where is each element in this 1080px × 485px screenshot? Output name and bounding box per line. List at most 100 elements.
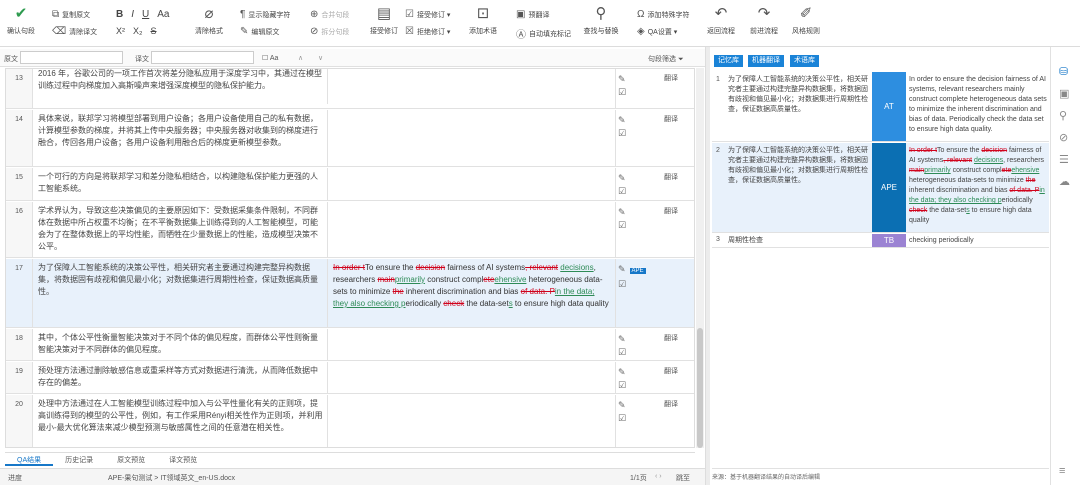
match-row-selected[interactable]: 2 为了保障人工智能系统的决策公平性，相关研究者主要通过构建完整异构数据集，将数… bbox=[712, 143, 1049, 233]
target-filter-input[interactable] bbox=[151, 51, 254, 64]
edit-icon[interactable]: ✎ bbox=[618, 173, 626, 183]
cloud-icon[interactable]: ☁ bbox=[1059, 175, 1070, 188]
match-row[interactable]: 3 周期性检查 TB checking periodically bbox=[712, 234, 1049, 248]
row-actions: ✎ ☑ bbox=[618, 206, 626, 232]
edit-icon[interactable]: ✎ bbox=[618, 207, 626, 217]
segment-number: 18 bbox=[6, 329, 33, 360]
table-row[interactable]: 16 学术界认为，导致这些决策偏见的主要原因如下：受数据采集条件限制，不同群体在… bbox=[6, 202, 694, 258]
edit-icon[interactable]: ✎ bbox=[618, 334, 626, 344]
tab-source-preview[interactable]: 原文预览 bbox=[105, 453, 157, 466]
dictionary-icon[interactable]: ▣ bbox=[1059, 87, 1069, 100]
grid-scrollbar[interactable] bbox=[696, 68, 704, 448]
eraser-icon: ⌫ bbox=[52, 26, 67, 37]
confirm-segment-button[interactable]: ✔ 确认句段 bbox=[6, 4, 36, 44]
document-icon: ▤ bbox=[376, 5, 392, 22]
match-case-toggle[interactable]: ☐ Aa bbox=[262, 54, 278, 62]
accept-revision-menu[interactable]: ☑ 接受修订 ▾ bbox=[405, 9, 450, 20]
italic-button[interactable]: I bbox=[131, 9, 134, 20]
subscript-button[interactable]: X₂ bbox=[133, 26, 143, 36]
back-button[interactable]: ↶ 返回流程 bbox=[706, 4, 736, 44]
clear-format-button[interactable]: ⌀ 清除格式 bbox=[192, 4, 226, 44]
target-cell[interactable] bbox=[329, 69, 616, 108]
confirm-box-icon[interactable]: ☑ bbox=[618, 413, 626, 423]
split-icon: ⊘ bbox=[310, 26, 319, 37]
brush-icon: ✐ bbox=[799, 5, 813, 22]
edit-icon[interactable]: ✎ bbox=[618, 115, 626, 125]
match-row[interactable]: 1 为了保障人工智能系统的决策公平性，相关研究者主要通过构建完整异构数据集，将数… bbox=[712, 72, 1049, 142]
segment-number: 19 bbox=[6, 362, 33, 393]
match-target-tracked: In order tTo ensure the decision fairnes… bbox=[909, 147, 1045, 224]
merge-segment-button[interactable]: ⊕ 合并句段 bbox=[310, 9, 349, 20]
font-size-button[interactable]: Aa bbox=[157, 9, 169, 20]
edit-icon[interactable]: ✎ bbox=[618, 74, 626, 84]
split-segment-button[interactable]: ⊘ 拆分句段 bbox=[310, 26, 349, 37]
bold-button[interactable]: B bbox=[116, 9, 123, 20]
tab-machine-translation[interactable]: 机器翻译 bbox=[748, 55, 784, 67]
table-row[interactable]: 19 预处理方法通过删除敏感信息或重采样等方式对数据进行清洗，从而降低数据中存在… bbox=[6, 362, 694, 394]
table-row[interactable]: 18 其中，个体公平性衡量智能决策对于不同个体的偏见程度，而群体公平性则衡量智能… bbox=[6, 329, 694, 361]
translate-icon: ▣ bbox=[516, 9, 526, 20]
tab-target-preview[interactable]: 译文预览 bbox=[157, 453, 209, 466]
link-icon[interactable]: ⊘ bbox=[1059, 131, 1068, 144]
accept-revision-big-button[interactable]: ▤ 接受修订 bbox=[368, 4, 400, 44]
strikethrough-button[interactable]: S bbox=[151, 26, 157, 36]
match-type-badge: TB bbox=[872, 234, 906, 247]
confirm-box-icon[interactable]: ☑ bbox=[618, 220, 626, 230]
edit-icon[interactable]: ✎ bbox=[618, 264, 626, 274]
edit-icon[interactable]: ✎ bbox=[618, 400, 626, 410]
show-hidden-chars-button[interactable]: ¶ 显示隐藏字符 bbox=[240, 9, 290, 20]
target-cell[interactable] bbox=[329, 329, 616, 360]
table-row[interactable]: 15 一个可行的方向是将联邦学习和差分隐私相结合，以构建隐私保护能力更强的人工智… bbox=[6, 168, 694, 201]
style-rules-button[interactable]: ✐ 风格规则 bbox=[791, 4, 821, 44]
table-row[interactable]: 20 处理中方法通过在人工智能模型训练过程中加入与公平性量化有关的正则项，提高训… bbox=[6, 395, 694, 447]
target-cell[interactable] bbox=[329, 362, 616, 393]
edit-icon[interactable]: ✎ bbox=[618, 367, 626, 377]
qa-settings-menu[interactable]: ◈ QA设置 ▾ bbox=[637, 26, 677, 37]
find-replace-button[interactable]: ⚲ 查找与替换 bbox=[582, 4, 620, 44]
target-cell[interactable] bbox=[329, 110, 616, 166]
special-char-button[interactable]: Ω 添加特殊字符 bbox=[637, 9, 689, 20]
confirm-box-icon[interactable]: ☑ bbox=[618, 186, 626, 196]
edit-source-button[interactable]: ✎ 编辑原文 bbox=[240, 26, 279, 37]
confirm-box-icon[interactable]: ☑ bbox=[618, 128, 626, 138]
confirm-box-icon[interactable]: ☑ bbox=[618, 87, 626, 97]
confirm-box-icon[interactable]: ☑ bbox=[618, 279, 626, 289]
segment-status: 翻译 bbox=[664, 368, 678, 375]
clear-target-button[interactable]: ⌫ 清除译文 bbox=[52, 26, 97, 37]
segment-number: 15 bbox=[6, 168, 33, 200]
match-type-badge: AT bbox=[872, 72, 906, 141]
tab-history[interactable]: 历史记录 bbox=[53, 453, 105, 466]
menu-icon[interactable]: ≡ bbox=[1059, 465, 1065, 477]
table-row-selected[interactable]: 17 为了保障人工智能系统的决策公平性，相关研究者主要通过构建完整异构数据集，将… bbox=[6, 259, 694, 328]
underline-button[interactable]: U bbox=[142, 9, 149, 20]
search-icon[interactable]: ⚲ bbox=[1059, 109, 1067, 122]
target-cell[interactable] bbox=[329, 168, 616, 200]
target-cell[interactable] bbox=[329, 202, 616, 257]
tab-termbase[interactable]: 术语库 bbox=[790, 55, 819, 67]
next-arrow-icon[interactable]: ∨ bbox=[318, 54, 323, 62]
prev-arrow-icon[interactable]: ∧ bbox=[298, 54, 303, 62]
confirm-box-icon[interactable]: ☑ bbox=[618, 380, 626, 390]
tab-memory[interactable]: 记忆库 bbox=[714, 55, 743, 67]
segment-filter-button[interactable]: 句段筛选 ⏷ bbox=[648, 54, 684, 64]
add-term-button[interactable]: ⊡ 添加术语 bbox=[466, 4, 500, 44]
tab-qa-results[interactable]: QA结果 bbox=[5, 453, 54, 466]
page-nav-arrows[interactable]: ‹ › bbox=[655, 473, 662, 480]
scrollbar-thumb[interactable] bbox=[697, 328, 703, 448]
auto-fill-tags-button[interactable]: Ⓐ 自动填充标记 bbox=[516, 26, 571, 41]
database-icon[interactable]: ⛁ bbox=[1059, 65, 1068, 78]
superscript-button[interactable]: X² bbox=[116, 26, 125, 36]
target-cell[interactable] bbox=[329, 395, 616, 447]
target-cell-editing[interactable]: In order tTo ensure the decision fairnes… bbox=[329, 259, 616, 327]
copy-source-button[interactable]: ⧉ 复制原文 bbox=[52, 9, 90, 20]
table-row[interactable]: 14 具体来说，联邦学习将模型部署到用户设备；各用户设备使用自己的私有数据，计算… bbox=[6, 110, 694, 167]
source-filter-input[interactable] bbox=[20, 51, 123, 64]
pretranslate-button[interactable]: ▣ 预翻译 bbox=[516, 9, 549, 20]
notes-icon[interactable]: ☰ bbox=[1059, 153, 1069, 166]
tracked-target-text: In order tTo ensure the decision fairnes… bbox=[333, 263, 609, 308]
jump-to-page[interactable]: 跳至 bbox=[676, 473, 690, 483]
reject-revision-menu[interactable]: ☒ 拒绝修订 ▾ bbox=[405, 26, 450, 37]
forward-button[interactable]: ↷ 前进流程 bbox=[749, 4, 779, 44]
confirm-box-icon[interactable]: ☑ bbox=[618, 347, 626, 357]
table-row[interactable]: 13 2016 年，谷歌公司的一项工作首次将差分隐私应用于深度学习中，其通过在模… bbox=[6, 69, 694, 109]
